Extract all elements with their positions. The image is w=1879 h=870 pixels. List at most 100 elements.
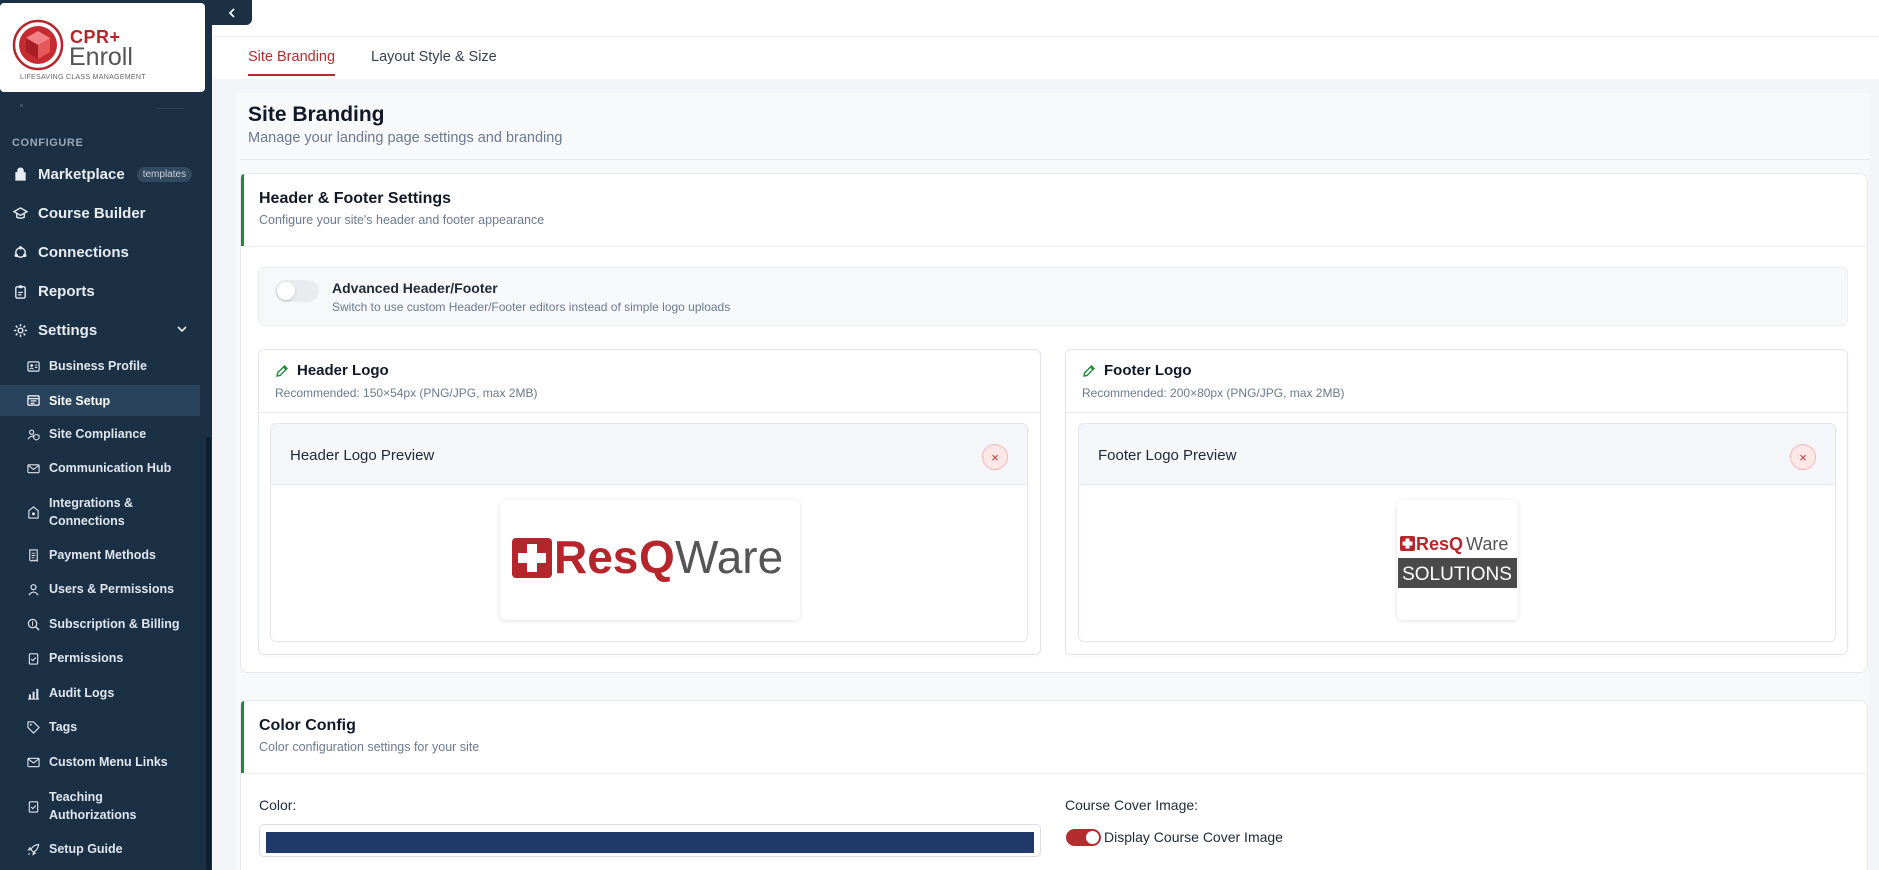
card-accent-bar	[241, 174, 244, 246]
card-accent-bar	[241, 701, 244, 773]
card-title: Header & Footer Settings	[259, 190, 452, 207]
card-divider	[241, 246, 1867, 247]
sidebar-item-label: Payment Methods	[49, 548, 156, 562]
tab-site-branding[interactable]: Site Branding	[248, 49, 336, 76]
sidebar-item-label: Site Compliance	[49, 427, 147, 441]
preview-header: Header Logo Preview ×	[271, 424, 1027, 485]
sidebar-item-payment-methods[interactable]: Payment Methods	[0, 542, 200, 568]
remove-header-logo-button[interactable]: ×	[982, 444, 1008, 470]
panel-divider	[1066, 412, 1847, 413]
footer-logo-preview: Footer Logo Preview × ResQ Ware SOLUTION…	[1078, 423, 1836, 642]
tab-bar: Site Branding Layout Style & Size	[212, 37, 1879, 79]
advanced-header-footer-row: Advanced Header/Footer Switch to use cus…	[258, 267, 1848, 326]
sidebar-item-label: Teaching Authorizations	[49, 790, 137, 822]
sidebar-item-label: Setup Guide	[49, 842, 123, 856]
clipboard-check-icon	[26, 651, 41, 666]
sidebar-item-label: Tags	[49, 720, 78, 734]
sidebar-item-label: Reports	[38, 282, 95, 300]
sidebar-item-label: Audit Logs	[49, 686, 115, 700]
gear-icon	[12, 322, 28, 338]
sidebar-item-course-builder[interactable]: Course Builder	[0, 197, 200, 229]
sidebar-item-permissions[interactable]: Permissions	[0, 645, 200, 671]
panel-divider	[259, 412, 1040, 413]
remove-footer-logo-button[interactable]: ×	[1790, 444, 1816, 470]
sidebar-item-label: Custom Menu Links	[49, 755, 168, 769]
sidebar-item-audit-logs[interactable]: Audit Logs	[0, 680, 200, 706]
sidebar-item-label: Communication Hub	[49, 461, 172, 475]
sidebar-item-reports[interactable]: Reports	[0, 275, 200, 307]
sidebar-item-site-compliance[interactable]: Site Compliance	[0, 421, 200, 447]
tag-icon	[26, 720, 41, 735]
sidebar-item-label: Marketplace	[38, 165, 125, 183]
sidebar-item-site-setup[interactable]: Site Setup	[0, 385, 200, 416]
header-logo-panel: Header Logo Recommended: 150×54px (PNG/J…	[258, 349, 1041, 655]
sidebar-collapse-button[interactable]	[212, 0, 252, 25]
header-logo-image: Res Q Ware	[500, 500, 800, 620]
page-title: Site Branding	[248, 103, 385, 126]
sidebar-item-marketplace[interactable]: Marketplace templates	[0, 158, 200, 190]
sidebar-item-users-permissions[interactable]: Users & Permissions	[0, 576, 200, 602]
card-divider	[241, 773, 1867, 774]
brand-name-bottom: Enroll	[69, 43, 133, 71]
layout-icon	[26, 393, 41, 408]
link-icon	[26, 755, 41, 770]
sidebar-item-label: Integrations & Connections	[49, 496, 134, 528]
envelope-icon	[26, 461, 41, 476]
course-cover-label: Course Cover Image:	[1065, 797, 1199, 813]
sidebar-item-label: Connections	[38, 243, 129, 261]
page-subtitle: Manage your landing page settings and br…	[248, 130, 563, 146]
sidebar-item-label: Users & Permissions	[49, 582, 175, 596]
top-bar	[212, 0, 1879, 37]
resqware-logo: Res Q Ware	[512, 531, 783, 583]
templates-badge: templates	[136, 166, 193, 182]
tab-layout-style-size[interactable]: Layout Style & Size	[371, 49, 497, 74]
display-cover-toggle[interactable]	[1066, 829, 1101, 846]
pencil-icon	[276, 365, 288, 377]
chevron-left-icon	[228, 7, 235, 18]
footer-logo-title: Footer Logo	[1104, 362, 1192, 379]
pencil-icon	[1083, 365, 1095, 377]
clipboard-check-icon	[26, 799, 41, 814]
color-picker-input[interactable]	[259, 824, 1041, 857]
network-icon	[26, 505, 41, 520]
sidebar-item-settings[interactable]: Settings	[0, 314, 200, 346]
sidebar-scrollbar[interactable]	[206, 437, 211, 870]
logo-res-text: Res	[554, 531, 638, 583]
brand-logo[interactable]: CPR+ Enroll LIFESAVING CLASS MANAGEMENT	[0, 3, 205, 92]
sidebar-item-subscription-billing[interactable]: Subscription & Billing	[0, 611, 200, 637]
footer-logo-panel: Footer Logo Recommended: 200×80px (PNG/J…	[1065, 349, 1848, 655]
header-logo-preview: Header Logo Preview × Res Q Ware	[270, 423, 1028, 642]
header-preview-title: Header Logo Preview	[290, 447, 435, 464]
advanced-header-footer-toggle[interactable]	[275, 280, 319, 302]
chevron-down-icon	[177, 326, 187, 333]
resqware-solutions-logo: ResQ Ware SOLUTIONS	[1398, 534, 1517, 588]
color-swatch	[266, 832, 1034, 853]
sidebar-item-label: Course Builder	[38, 204, 146, 222]
sidebar-item-custom-menu-links[interactable]: Custom Menu Links	[0, 749, 200, 775]
brand-logo-mark-icon	[12, 19, 64, 71]
sidebar-item-label: Business Profile	[49, 359, 147, 373]
card-title: Color Config	[259, 717, 356, 734]
sidebar-item-label: Permissions	[49, 651, 124, 665]
id-card-icon	[26, 359, 41, 374]
sidebar-item-connections[interactable]: Connections	[0, 236, 200, 268]
sidebar-item-tags[interactable]: Tags	[0, 714, 200, 740]
page-divider	[240, 159, 1869, 160]
sidebar-item-business-profile[interactable]: Business Profile	[0, 353, 200, 379]
card-subtitle: Configure your site's header and footer …	[259, 213, 545, 227]
color-label: Color:	[259, 797, 297, 813]
sidebar-item-setup-guide[interactable]: Setup Guide	[0, 836, 200, 862]
footer-logo-image: ResQ Ware SOLUTIONS	[1397, 500, 1518, 620]
sidebar-section-label: CONFIGURE	[12, 137, 84, 149]
sidebar-item-communication-hub[interactable]: Communication Hub	[0, 455, 200, 481]
rocket-icon	[26, 842, 41, 857]
logo-q-text: Q	[639, 531, 675, 583]
logo-resq-text: ResQ	[1416, 534, 1463, 554]
advanced-description: Switch to use custom Header/Footer edito…	[332, 300, 731, 314]
sidebar-item-integrations[interactable]: Integrations & Connections	[0, 494, 200, 530]
logo-ware-text: Ware	[675, 531, 783, 583]
sidebar-item-teaching-authorizations[interactable]: Teaching Authorizations	[0, 788, 200, 824]
toggle-knob	[277, 282, 295, 300]
sidebar-item-label: Subscription & Billing	[49, 617, 180, 631]
preview-header: Footer Logo Preview ×	[1079, 424, 1835, 485]
